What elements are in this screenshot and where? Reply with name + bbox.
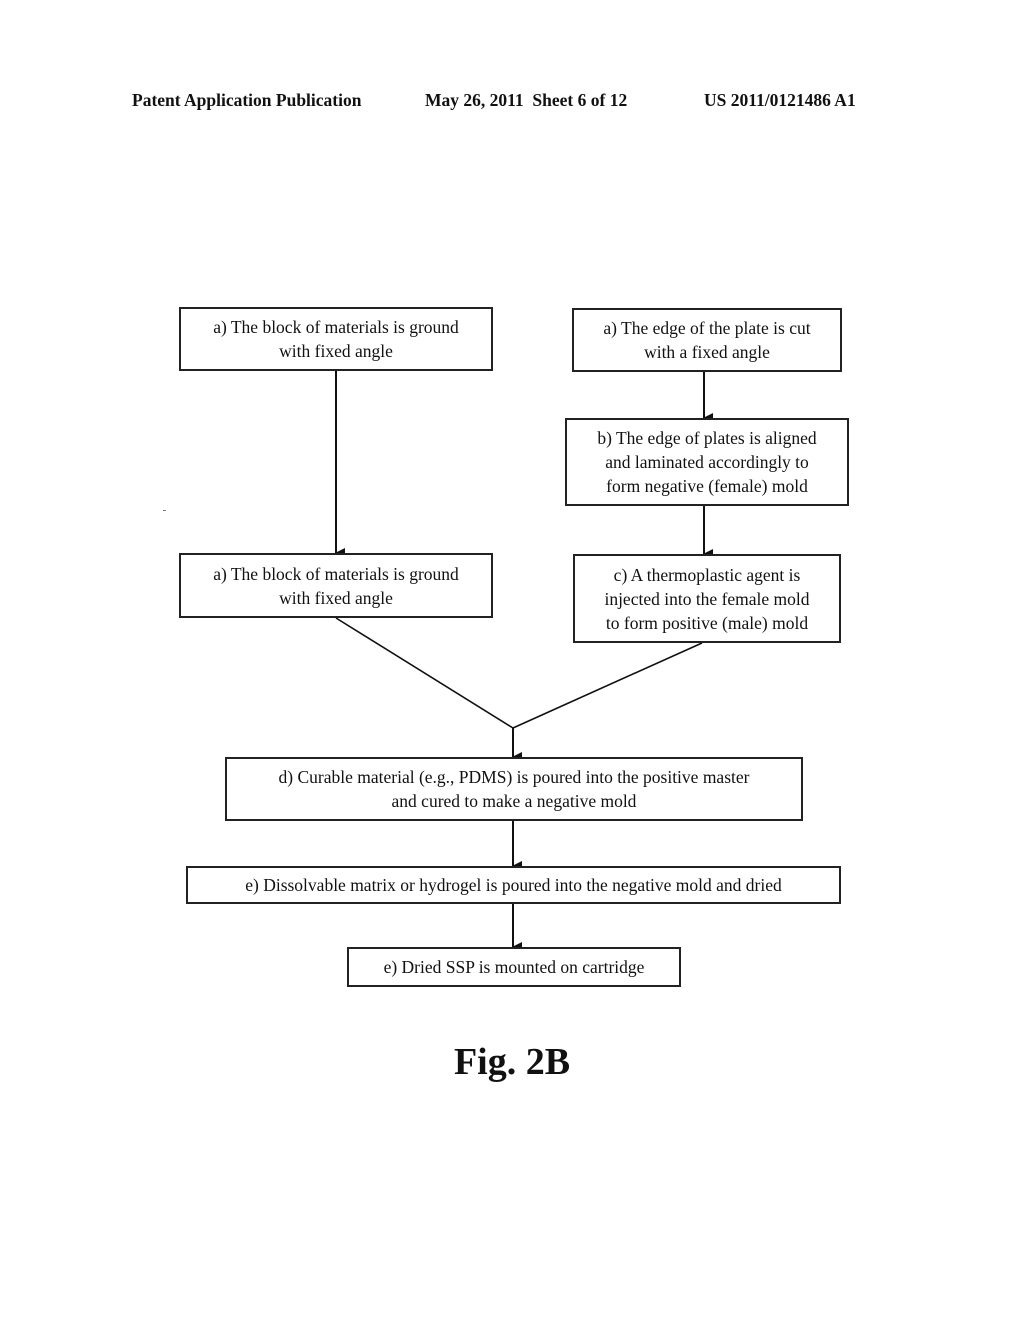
box-step-d-line1: d) Curable material (e.g., PDMS) is pour… — [278, 767, 750, 787]
box-right-a-line2: with a fixed angle — [644, 342, 770, 362]
box-right-b: b) The edge of plates is aligned and lami… — [565, 418, 849, 506]
box-step-e2-line1: e) Dried SSP is mounted on cartridge — [383, 957, 645, 977]
box-left-bottom-line2: with fixed angle — [279, 587, 393, 608]
box-step-e1: e) Dissolvable matrix or hydrogel is pou… — [186, 866, 841, 904]
box-step-d-line2: and cured to make a negative mold — [391, 791, 637, 811]
box-right-c-line2: injected into the female mold — [604, 588, 810, 609]
box-right-b-line3: form negative (female) mold — [606, 476, 808, 496]
connector-left-bottom-to-junction — [335, 617, 514, 729]
box-step-d: d) Curable material (e.g., PDMS) is pour… — [225, 757, 803, 821]
figure-label: Fig. 2B — [453, 1041, 571, 1083]
box-right-b-line1: b) The edge of plates is aligned — [597, 428, 817, 448]
box-step-e2: e) Dried SSP is mounted on cartridge — [347, 947, 681, 987]
scan-speck — [163, 510, 166, 511]
box-left-bottom-line1: a) The block of materials is ground — [213, 563, 459, 584]
box-left-top: a) The block of materials is ground with … — [179, 307, 493, 371]
box-left-top-line2: with fixed angle — [279, 341, 393, 361]
flowchart-connectors — [335, 371, 713, 952]
box-left-bottom: a) The block of materials is ground with … — [179, 553, 493, 618]
box-right-a-line1: a) The edge of the plate is cut — [603, 318, 811, 338]
box-right-c-line1: c) A thermoplastic agent is — [613, 564, 801, 585]
box-right-c-line3: to form positive (male) mold — [605, 612, 809, 633]
box-right-c: c) A thermoplastic agent is injected into… — [573, 554, 841, 643]
connector-right-c-to-junction — [512, 642, 703, 729]
box-right-a: a) The edge of the plate is cut with a fi… — [572, 308, 842, 372]
box-step-e1-line1: e) Dissolvable matrix or hydrogel is pou… — [245, 875, 782, 895]
box-right-b-line2: and laminated accordingly to — [605, 452, 809, 472]
box-left-top-line1: a) The block of materials is ground — [213, 317, 459, 337]
